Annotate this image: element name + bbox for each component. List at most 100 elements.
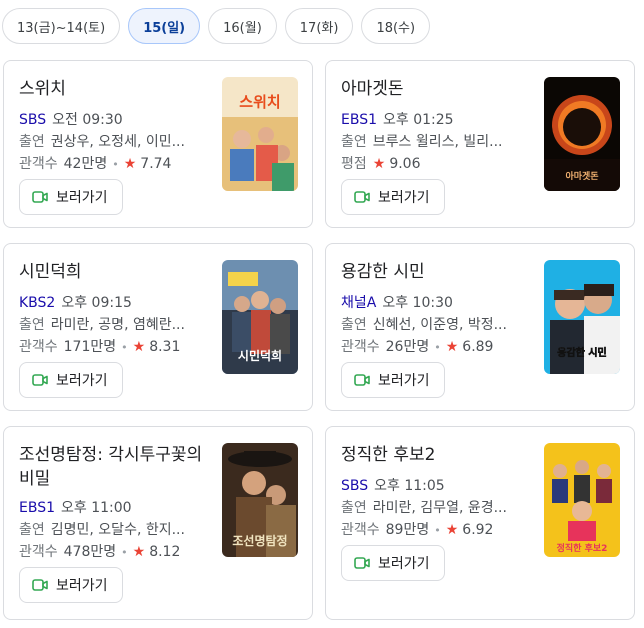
- cast: 브루스 윌리스, 빌리...: [372, 134, 503, 150]
- air-time: 오후 11:00: [61, 500, 132, 516]
- watch-button[interactable]: 보러가기: [341, 179, 445, 215]
- cast: 권상우, 오정세, 이민...: [50, 134, 185, 150]
- cast: 라미란, 공명, 염혜란...: [50, 317, 185, 333]
- tab-17[interactable]: 17(화): [284, 8, 354, 44]
- tab-15[interactable]: 15(일): [128, 8, 201, 44]
- score: 9.06: [389, 156, 421, 172]
- audience: 26만명: [385, 339, 430, 355]
- cast: 김명민, 오달수, 한지...: [50, 522, 185, 538]
- poster[interactable]: 용감한 시민: [544, 260, 620, 374]
- movie-title[interactable]: 시민덕희: [19, 260, 205, 284]
- star-icon: ★: [445, 339, 459, 355]
- watch-button[interactable]: 보러가기: [19, 567, 123, 603]
- tab-13-14[interactable]: 13(금)~14(토): [2, 8, 121, 44]
- video-camera-icon: [32, 191, 48, 203]
- poster[interactable]: 조선명탐정: [222, 443, 298, 557]
- audience-label: 관객수: [341, 339, 380, 355]
- channel: SBS: [341, 478, 369, 494]
- movie-title[interactable]: 용감한 시민: [341, 260, 527, 284]
- poster[interactable]: 스위치: [222, 77, 298, 191]
- watch-button[interactable]: 보러가기: [19, 362, 123, 398]
- stats-row: 관객수 478만명 • ★ 8.12: [19, 544, 181, 560]
- watch-label: 보러가기: [56, 190, 108, 206]
- cast-label: 출연: [341, 134, 367, 150]
- broadcast-row: SBS 오후 11:05: [341, 475, 531, 497]
- movie-title[interactable]: 아마겟돈: [341, 77, 527, 101]
- movie-title[interactable]: 정직한 후보2: [341, 443, 527, 467]
- stats-row: 관객수 171만명 • ★ 8.31: [19, 339, 181, 355]
- watch-label: 보러가기: [378, 556, 430, 572]
- tab-18[interactable]: 18(수): [361, 8, 431, 44]
- broadcast-row: EBS1 오후 11:00: [19, 497, 209, 519]
- cast-row: 출연 신혜선, 이준영, 박정...: [341, 314, 531, 336]
- stats-row: 관객수 42만명 • ★ 7.74: [19, 156, 172, 172]
- poster-title: 아마겟돈: [565, 170, 598, 182]
- stats-row: 관객수 26만명 • ★ 6.89: [341, 339, 494, 355]
- poster[interactable]: 아마겟돈: [544, 77, 620, 191]
- cast-row: 출연 권상우, 오정세, 이민...: [19, 131, 209, 153]
- score: 8.31: [149, 339, 181, 355]
- star-icon: ★: [123, 156, 137, 172]
- cast-label: 출연: [19, 134, 45, 150]
- video-camera-icon: [32, 579, 48, 591]
- watch-button[interactable]: 보러가기: [341, 362, 445, 398]
- channel: 채널A: [341, 295, 377, 311]
- watch-button[interactable]: 보러가기: [19, 179, 123, 215]
- movie-card[interactable]: 스위치 SBS 오전 09:30 출연 권상우, 오정세, 이민... 관객수 42만…: [3, 60, 313, 228]
- watch-label: 보러가기: [56, 373, 108, 389]
- channel: SBS: [19, 112, 47, 128]
- cast-label: 출연: [341, 317, 367, 333]
- poster-title: 조선명탐정: [232, 533, 287, 548]
- audience-label: 관객수: [341, 522, 380, 538]
- score: 8.12: [149, 544, 181, 560]
- cast-label: 출연: [19, 522, 45, 538]
- watch-button[interactable]: 보러가기: [341, 545, 445, 581]
- star-icon: ★: [132, 339, 146, 355]
- watch-label: 보러가기: [378, 373, 430, 389]
- air-time: 오후 09:15: [61, 295, 132, 311]
- video-camera-icon: [354, 557, 370, 569]
- rating-label: 평점: [341, 156, 367, 172]
- movie-card[interactable]: 정직한 후보2 SBS 오후 11:05 출연 라미란, 김무열, 윤경... 관객…: [325, 426, 635, 620]
- date-tabs: 13(금)~14(토) 15(일) 16(월) 17(화) 18(수): [2, 8, 431, 44]
- watch-label: 보러가기: [56, 578, 108, 594]
- poster[interactable]: 시민덕희: [222, 260, 298, 374]
- score: 6.92: [462, 522, 494, 538]
- stats-row: 평점 ★ 9.06: [341, 153, 531, 175]
- stats-row: 관객수 89만명 • ★ 6.92: [341, 522, 494, 538]
- star-icon: ★: [132, 544, 146, 560]
- air-time: 오후 10:30: [382, 295, 453, 311]
- audience: 42만명: [63, 156, 108, 172]
- star-icon: ★: [445, 522, 459, 538]
- score: 6.89: [462, 339, 494, 355]
- cast-label: 출연: [19, 317, 45, 333]
- cast: 신혜선, 이준영, 박정...: [372, 317, 507, 333]
- cast-row: 출연 라미란, 공명, 염혜란...: [19, 314, 209, 336]
- broadcast-row: KBS2 오후 09:15: [19, 292, 209, 314]
- poster-title: 용감한 시민: [557, 346, 606, 359]
- video-camera-icon: [32, 374, 48, 386]
- movie-card[interactable]: 용감한 시민 채널A 오후 10:30 출연 신혜선, 이준영, 박정... 관객수…: [325, 243, 635, 411]
- air-time: 오후 11:05: [374, 478, 445, 494]
- audience: 478만명: [63, 544, 117, 560]
- audience-label: 관객수: [19, 156, 58, 172]
- channel: EBS1: [341, 112, 377, 128]
- broadcast-row: 채널A 오후 10:30: [341, 292, 531, 314]
- movie-card[interactable]: 조선명탐정: 각시투구꽃의 비밀 EBS1 오후 11:00 출연 김명민, 오달수…: [3, 426, 313, 620]
- channel: KBS2: [19, 295, 56, 311]
- cast-row: 출연 김명민, 오달수, 한지...: [19, 519, 209, 541]
- audience-label: 관객수: [19, 339, 58, 355]
- cast-row: 출연 브루스 윌리스, 빌리...: [341, 131, 531, 153]
- audience: 171만명: [63, 339, 117, 355]
- movie-title[interactable]: 조선명탐정: 각시투구꽃의 비밀: [19, 443, 205, 491]
- video-camera-icon: [354, 374, 370, 386]
- audience-label: 관객수: [19, 544, 58, 560]
- air-time: 오후 01:25: [383, 112, 454, 128]
- tab-16[interactable]: 16(월): [208, 8, 277, 44]
- movie-title[interactable]: 스위치: [19, 77, 205, 101]
- cast: 라미란, 김무열, 윤경...: [372, 500, 507, 516]
- audience: 89만명: [385, 522, 430, 538]
- poster[interactable]: 정직한 후보2: [544, 443, 620, 557]
- movie-card[interactable]: 시민덕희 KBS2 오후 09:15 출연 라미란, 공명, 염혜란... 관객수 1…: [3, 243, 313, 411]
- movie-card[interactable]: 아마겟돈 EBS1 오후 01:25 출연 브루스 윌리스, 빌리... 평점 ★ 9.…: [325, 60, 635, 228]
